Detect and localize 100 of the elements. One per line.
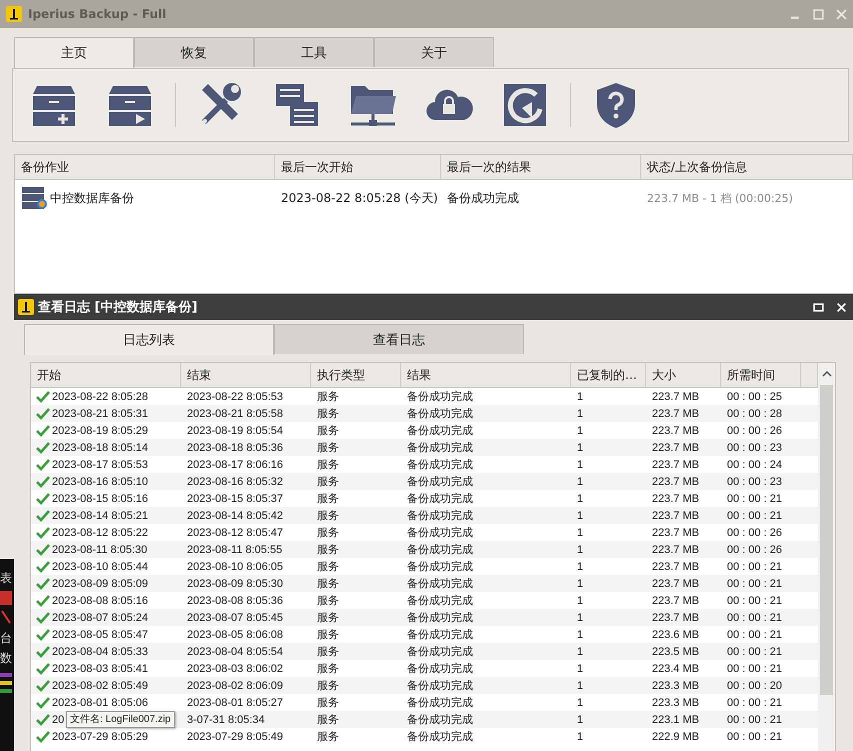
- table-cell-text: 服务: [316, 577, 340, 591]
- table-cell-text: 00 : 00 : 21: [726, 578, 784, 590]
- table-cell-text: 00 : 00 : 21: [726, 714, 784, 726]
- column-header[interactable]: 结束: [181, 363, 311, 388]
- table-cell-text: 223.7 MB: [651, 458, 700, 470]
- table-cell-text: 备份成功完成: [406, 508, 474, 523]
- table-cell-text: 2023-08-21 8:05:58: [186, 408, 284, 420]
- table-cell-text: 备份成功完成: [406, 628, 474, 642]
- desktop-label: 表: [0, 571, 12, 585]
- column-header[interactable]: 备份作业: [15, 155, 275, 180]
- tab[interactable]: 查看日志: [274, 324, 524, 354]
- table-cell-text: 服务: [316, 441, 340, 455]
- table-cell-text: 1: [576, 544, 584, 556]
- table-cell-text: 00 : 00 : 26: [726, 544, 784, 556]
- column-header[interactable]: 最后一次的结果: [441, 155, 641, 180]
- checkmark-icon: [36, 544, 50, 556]
- checkmark-icon: [36, 510, 50, 522]
- table-cell-text: 00 : 00 : 26: [726, 526, 784, 538]
- table-cell-text: 223.4 MB: [651, 662, 700, 674]
- table-cell-text: 00 : 00 : 25: [726, 390, 784, 402]
- table-cell-text: 1: [576, 696, 584, 708]
- checkmark-icon: [36, 714, 50, 726]
- checkmark-icon: [36, 646, 50, 658]
- table-cell-text: 1: [576, 408, 584, 420]
- table-cell-text: 222.9 MB: [651, 730, 700, 742]
- table-cell: 2023-08-01 8:05:06: [52, 696, 148, 708]
- table-cell-text: 1: [576, 612, 584, 624]
- table-cell-text: 2023-08-11 8:05:55: [186, 544, 284, 556]
- table-cell-text: 备份成功完成: [406, 644, 474, 659]
- column-header[interactable]: 结果: [401, 363, 571, 388]
- table-cell-text: 223.7 MB: [651, 442, 700, 454]
- document-icon: [0, 591, 12, 625]
- table-cell-text: 00 : 00 : 21: [726, 730, 784, 742]
- table-cell: 2023-08-17 8:05:53: [52, 458, 148, 470]
- scroll-up-icon[interactable]: [822, 371, 832, 377]
- table-cell-text: 223.7 MB: [651, 612, 700, 624]
- table-cell-text: 2023-08-17 8:06:16: [186, 458, 284, 470]
- checkmark-icon: [36, 526, 50, 538]
- table-cell-text: 223.7 MB: [651, 578, 700, 590]
- table-cell-text: 备份成功完成: [406, 424, 474, 438]
- tab[interactable]: 日志列表: [24, 324, 274, 355]
- tab[interactable]: 工具: [254, 37, 374, 67]
- table-cell-text: 00 : 00 : 23: [726, 442, 784, 454]
- table-cell-text: 备份成功完成: [406, 440, 474, 455]
- table-cell-text: 1: [576, 476, 584, 488]
- table-cell-text: 00 : 00 : 20: [726, 680, 784, 692]
- table-cell-text: 服务: [316, 475, 340, 489]
- tab[interactable]: 恢复: [134, 37, 254, 67]
- table-cell-text: 1: [576, 578, 584, 590]
- table-cell: 2023-08-09 8:05:09: [52, 578, 148, 590]
- table-cell: 2023-08-21 8:05:31: [52, 408, 148, 420]
- table-cell-text: 服务: [316, 594, 340, 608]
- checkmark-icon: [36, 492, 50, 504]
- table-cell-text: 服务: [316, 713, 340, 727]
- scrollbar-thumb[interactable]: [820, 385, 833, 695]
- column-header[interactable]: 执行类型: [311, 363, 401, 388]
- tab[interactable]: 关于: [374, 37, 494, 67]
- column-header[interactable]: 开始: [31, 363, 181, 388]
- table-cell-text: 1: [576, 662, 584, 674]
- table-cell: 2023-08-05 8:05:47: [52, 628, 148, 640]
- table-cell-text: 2023-08-10 8:06:05: [186, 560, 284, 572]
- table-cell-text: 备份成功完成: [406, 696, 474, 710]
- table-cell: 2023-08-19 8:05:29: [52, 424, 148, 436]
- checkmark-icon: [36, 578, 50, 590]
- table-cell: 2023-08-11 8:05:30: [52, 544, 148, 556]
- table-cell-text: 00 : 00 : 21: [726, 662, 784, 674]
- table-cell: 20: [52, 714, 64, 726]
- table-cell-text: 00 : 00 : 21: [726, 594, 784, 606]
- table-cell-text: 1: [576, 594, 584, 606]
- table-cell-text: 备份成功完成: [406, 492, 474, 506]
- table-cell-text: 服务: [316, 407, 340, 421]
- table-cell-text: 223.3 MB: [651, 696, 700, 708]
- table-cell-text: 2023-08-03 8:06:02: [186, 662, 284, 674]
- table-cell-text: 00 : 00 : 23: [726, 476, 784, 488]
- table-cell-text: 1: [576, 526, 584, 538]
- table-cell-text: 服务: [316, 492, 340, 506]
- table-cell-text: 2023-08-01 8:05:27: [186, 696, 284, 708]
- job-name[interactable]: 中控数据库备份: [50, 190, 134, 206]
- table-cell-text: 服务: [316, 679, 340, 693]
- column-header[interactable]: 所需时间: [721, 363, 801, 388]
- table-cell-text: 223.7 MB: [651, 390, 700, 402]
- column-header[interactable]: 状态/上次备份信息: [641, 155, 853, 180]
- checkmark-icon: [36, 680, 50, 692]
- desktop-label: 数: [0, 651, 12, 665]
- checkmark-icon: [36, 696, 50, 708]
- scrollbar[interactable]: [818, 363, 835, 751]
- tooltip: 文件名: LogFile007.zip: [66, 711, 175, 728]
- table-cell-text: 1: [576, 510, 584, 522]
- column-header[interactable]: 大小: [646, 363, 721, 388]
- checkmark-icon: [36, 560, 50, 572]
- table-cell-text: 223.7 MB: [651, 510, 700, 522]
- table-cell-text: 服务: [316, 526, 340, 540]
- table-cell-text: 1: [576, 646, 584, 658]
- table-cell-text: 服务: [316, 543, 340, 557]
- table-cell: 2023-08-12 8:05:22: [52, 526, 148, 538]
- column-header[interactable]: 已复制的…: [571, 363, 646, 388]
- tab[interactable]: 主页: [14, 37, 134, 68]
- table-cell-text: 备份成功完成: [406, 560, 474, 574]
- column-header[interactable]: 最后一次开始: [275, 155, 441, 180]
- table-cell-text: 备份成功完成: [406, 730, 474, 744]
